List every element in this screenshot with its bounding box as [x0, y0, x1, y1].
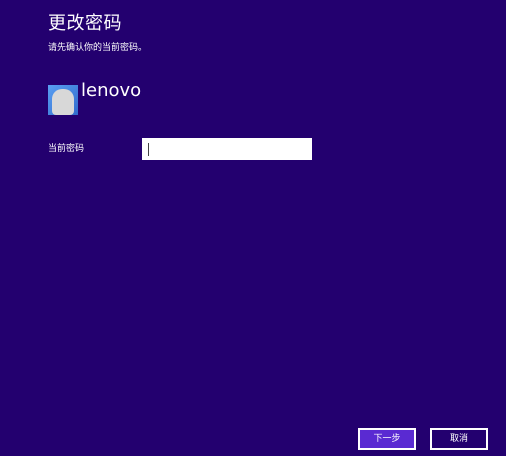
avatar-silhouette [52, 89, 74, 115]
account-info: lenovo [48, 81, 141, 115]
account-name: lenovo [81, 80, 142, 101]
page-title: 更改密码 [48, 13, 122, 34]
next-button[interactable]: 下一步 [358, 428, 416, 450]
cancel-button[interactable]: 取消 [430, 428, 488, 450]
page-subtitle: 请先确认你的当前密码。 [48, 43, 148, 53]
current-password-input[interactable] [142, 138, 312, 160]
text-caret [148, 143, 149, 156]
current-password-label: 当前密码 [48, 144, 85, 154]
change-password-dialog: 更改密码 请先确认你的当前密码。 lenovo 当前密码 下一步 取消 [0, 0, 506, 456]
user-avatar-icon [48, 85, 78, 115]
